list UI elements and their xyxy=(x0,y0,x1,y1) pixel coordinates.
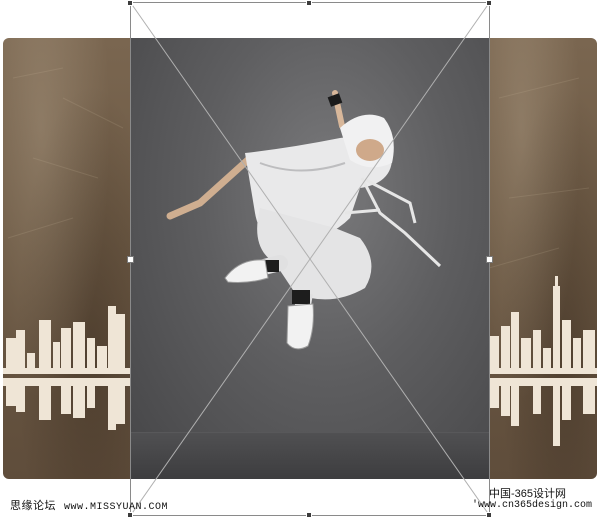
photoshop-canvas: 思缘论坛 www.MISSYUAN.COM 中国-365设计网 'www.cn36… xyxy=(0,0,600,519)
transform-handle-bottom-right[interactable] xyxy=(486,512,492,518)
free-transform-bounding-box[interactable] xyxy=(0,0,600,519)
missyuan-chinese-text: 思缘论坛 xyxy=(10,500,56,512)
missyuan-watermark: 思缘论坛 www.MISSYUAN.COM xyxy=(10,497,168,513)
transform-handle-bottom-center[interactable] xyxy=(306,512,312,518)
cn365design-site-watermark: 'www.cn365design.com xyxy=(472,500,593,511)
transform-handle-top-center[interactable] xyxy=(306,0,312,6)
missyuan-site-text: www.MISSYUAN.COM xyxy=(64,502,169,513)
transform-handle-middle-left[interactable] xyxy=(127,256,134,263)
transform-handle-top-left[interactable] xyxy=(127,0,133,6)
transform-handle-middle-right[interactable] xyxy=(486,256,493,263)
transform-handle-top-right[interactable] xyxy=(486,0,492,6)
cn365design-chinese-watermark: 中国-365设计网 xyxy=(489,488,567,500)
